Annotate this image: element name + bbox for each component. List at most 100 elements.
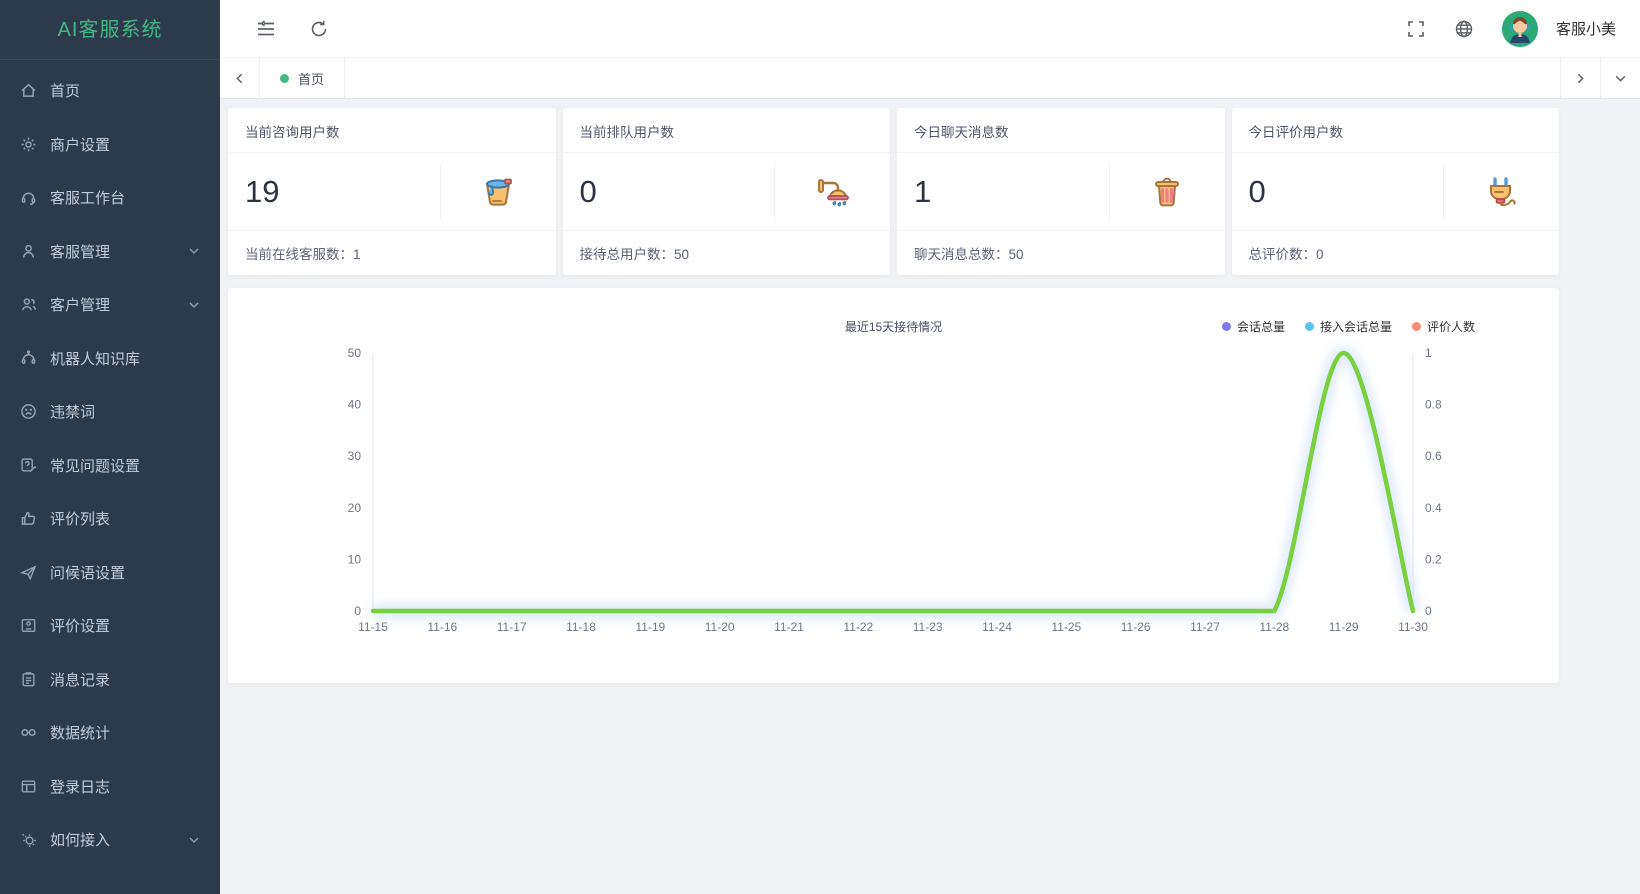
gear-icon [20, 136, 37, 153]
sidebar-item-customer-management[interactable]: 客户管理 [0, 278, 220, 332]
stat-card-value: 0 [563, 174, 775, 210]
stat-card-today-reviews: 今日评价用户数 0 总评价数：0 [1232, 108, 1560, 275]
svg-text:11-25: 11-25 [1051, 620, 1081, 634]
stat-card-body: 19 [228, 153, 556, 230]
sidebar-menu: 首页 商户设置 客服工作台 客服管理 客户管理 [0, 60, 220, 867]
sidebar-item-robot-knowledge[interactable]: 机器人知识库 [0, 332, 220, 386]
svg-text:10: 10 [348, 552, 362, 566]
sidebar-item-label: 问候语设置 [50, 562, 125, 583]
sidebar-item-agent-workbench[interactable]: 客服工作台 [0, 171, 220, 225]
stat-card-value: 0 [1232, 174, 1444, 210]
svg-text:0: 0 [1425, 604, 1432, 618]
svg-text:11-17: 11-17 [497, 620, 527, 634]
refresh-icon[interactable] [309, 19, 329, 39]
paint-bucket-icon [440, 165, 556, 219]
sidebar-item-how-to-integrate[interactable]: 如何接入 [0, 813, 220, 867]
svg-text:0.2: 0.2 [1425, 552, 1442, 566]
username[interactable]: 客服小美 [1556, 18, 1616, 39]
sidebar-item-login-log[interactable]: 登录日志 [0, 760, 220, 814]
stat-card-title: 当前排队用户数 [563, 108, 891, 153]
stat-card-title: 当前咨询用户数 [228, 108, 556, 153]
sidebar-item-label: 评价列表 [50, 508, 110, 529]
svg-text:11-20: 11-20 [705, 620, 735, 634]
svg-text:0: 0 [354, 604, 361, 618]
tab-label: 首页 [298, 69, 324, 88]
stat-card-queued-users: 当前排队用户数 0 接待总用户数：50 [563, 108, 891, 275]
users-icon [20, 296, 37, 313]
svg-text:11-29: 11-29 [1329, 620, 1359, 634]
app-layout: AI客服系统 首页 商户设置 客服工作台 客服管理 客户管理 [0, 0, 1640, 894]
sidebar-item-merchant-settings[interactable]: 商户设置 [0, 118, 220, 172]
sidebar-item-agent-management[interactable]: 客服管理 [0, 225, 220, 279]
chevron-down-icon [188, 299, 200, 311]
frown-icon [20, 403, 37, 420]
user-icon [20, 243, 37, 260]
shower-icon [774, 165, 890, 219]
faq-icon [20, 457, 37, 474]
svg-text:11-23: 11-23 [913, 620, 943, 634]
sidebar-item-label: 登录日志 [50, 776, 110, 797]
sidebar-item-label: 评价设置 [50, 615, 110, 636]
clipboard-icon [20, 671, 37, 688]
sidebar-item-home[interactable]: 首页 [0, 64, 220, 118]
sidebar-item-statistics[interactable]: 数据统计 [0, 706, 220, 760]
stat-card-title: 今日聊天消息数 [897, 108, 1225, 153]
svg-text:11-21: 11-21 [774, 620, 804, 634]
window-icon [20, 778, 37, 795]
line-chart: 0102030405000.20.40.60.8111-1511-1611-17… [228, 288, 1559, 683]
active-tab-dot [280, 74, 289, 83]
stat-cards-row: 当前咨询用户数 19 当前在线客服数：1 当前排队用户数 0 [228, 108, 1559, 275]
svg-text:11-15: 11-15 [358, 620, 388, 634]
robot-icon [20, 350, 37, 367]
home-icon [20, 82, 37, 99]
svg-text:50: 50 [348, 346, 362, 360]
svg-text:1: 1 [1425, 346, 1432, 360]
tabs-scroll-right-button[interactable] [1560, 58, 1600, 98]
sidebar-item-label: 首页 [50, 80, 80, 101]
sidebar-item-label: 客服管理 [50, 241, 110, 262]
sidebar-item-message-log[interactable]: 消息记录 [0, 653, 220, 707]
tab-home[interactable]: 首页 [260, 58, 345, 98]
stat-card-body: 0 [563, 153, 891, 230]
svg-text:11-19: 11-19 [635, 620, 665, 634]
svg-text:11-18: 11-18 [566, 620, 596, 634]
svg-text:30: 30 [348, 449, 362, 463]
send-icon [20, 564, 37, 581]
svg-text:20: 20 [348, 501, 362, 515]
tabs-scroll-left-button[interactable] [220, 58, 260, 98]
sidebar-item-review-settings[interactable]: 评价设置 [0, 599, 220, 653]
sidebar-item-review-list[interactable]: 评价列表 [0, 492, 220, 546]
tabs-menu-button[interactable] [1600, 58, 1640, 98]
fullscreen-icon[interactable] [1406, 19, 1426, 39]
sidebar-item-label: 机器人知识库 [50, 348, 140, 369]
stat-card-footer: 总评价数：0 [1232, 230, 1560, 275]
sidebar-item-label: 客服工作台 [50, 187, 125, 208]
infinity-icon [20, 724, 37, 741]
avatar[interactable] [1502, 11, 1538, 47]
trash-icon [1109, 165, 1225, 219]
chevron-down-icon [188, 245, 200, 257]
plug-icon [1443, 165, 1559, 219]
svg-text:0.6: 0.6 [1425, 449, 1442, 463]
sidebar-item-faq-settings[interactable]: 常见问题设置 [0, 439, 220, 493]
topbar: 客服小美 [220, 0, 1640, 57]
stat-card-footer: 聊天消息总数：50 [897, 230, 1225, 275]
stat-card-value: 1 [897, 174, 1109, 210]
language-globe-icon[interactable] [1454, 19, 1474, 39]
stat-card-title: 今日评价用户数 [1232, 108, 1560, 153]
sidebar-item-banned-words[interactable]: 违禁词 [0, 385, 220, 439]
collapse-sidebar-icon[interactable] [256, 19, 276, 39]
sidebar-item-greeting-settings[interactable]: 问候语设置 [0, 546, 220, 600]
stamp-icon [20, 617, 37, 634]
svg-text:11-22: 11-22 [843, 620, 873, 634]
sidebar-item-label: 常见问题设置 [50, 455, 140, 476]
sidebar-item-label: 商户设置 [50, 134, 110, 155]
sidebar-item-label: 如何接入 [50, 829, 110, 850]
chart-panel: 最近15天接待情况 会话总量 接入会话总量 评价人数 010203 [228, 288, 1559, 683]
svg-text:11-24: 11-24 [982, 620, 1012, 634]
svg-text:11-27: 11-27 [1190, 620, 1220, 634]
sidebar-item-label: 数据统计 [50, 722, 110, 743]
svg-text:0.4: 0.4 [1425, 501, 1442, 515]
svg-text:11-16: 11-16 [427, 620, 457, 634]
svg-text:11-28: 11-28 [1259, 620, 1289, 634]
